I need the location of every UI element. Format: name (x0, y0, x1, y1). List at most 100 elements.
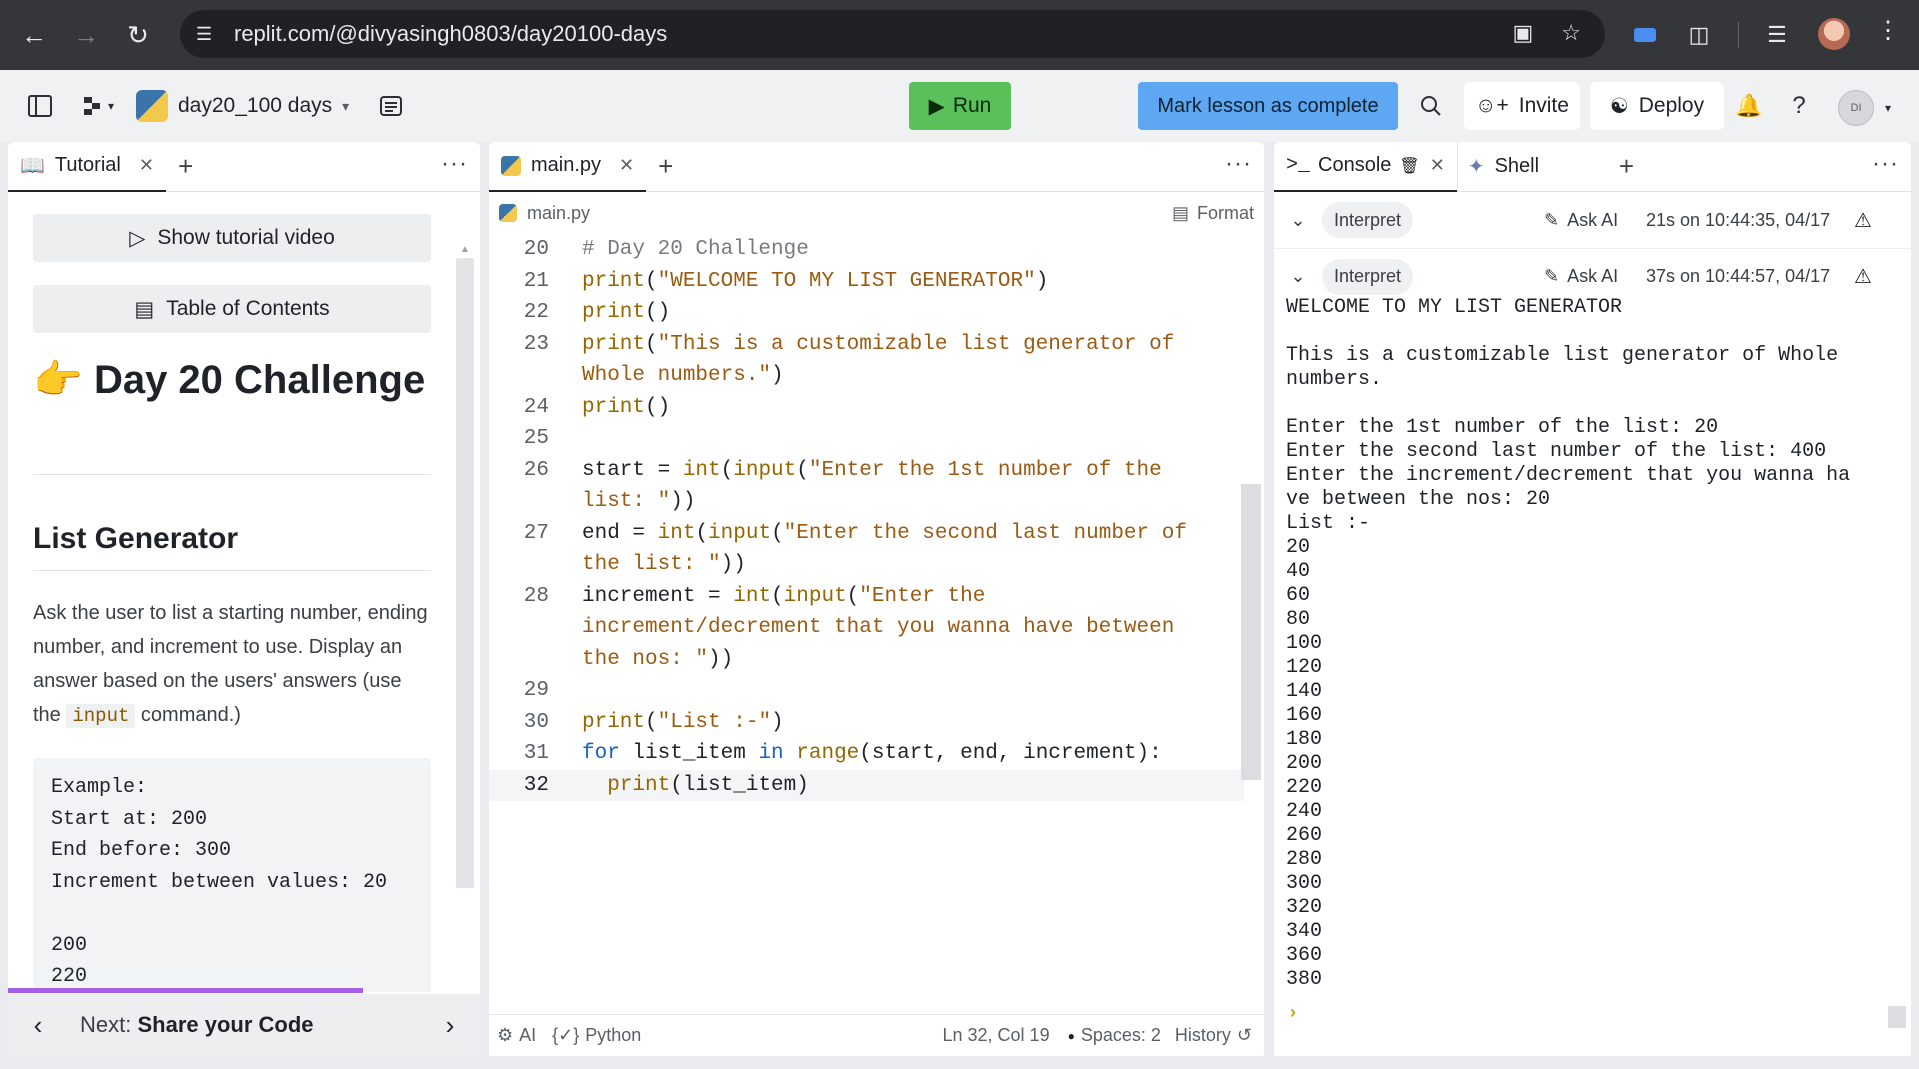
new-tab-icon[interactable]: + (658, 151, 673, 182)
toc-label: Table of Contents (166, 297, 330, 320)
cursor-position[interactable]: Ln 32, Col 19 (943, 1025, 1050, 1046)
console-line: Enter the 1st number of the list: 20 (1286, 416, 1719, 439)
close-icon[interactable]: ✕ (139, 155, 154, 176)
interpret-button[interactable]: Interpret (1322, 202, 1414, 238)
history-button[interactable]: History ↺ (1175, 1025, 1252, 1046)
console-scrollbar[interactable] (1888, 1006, 1906, 1028)
profile-avatar[interactable] (1818, 18, 1850, 50)
editor-scrollbar[interactable] (1241, 484, 1261, 780)
ask-ai-button[interactable]: ✎ Ask AI (1544, 266, 1618, 287)
code-line: 30 print("List :-") (523, 710, 784, 734)
code-line: 25 (523, 427, 549, 450)
tutorial-paragraph: Ask the user to list a starting number, … (33, 596, 433, 733)
console-pane: >_ Console 🗑 ✕ ✦ Shell + ··· ⌄ Interpret… (1274, 142, 1911, 1056)
breadcrumb-file[interactable]: main.py (527, 203, 590, 224)
console-line: 300 (1286, 872, 1323, 895)
tab-main-py[interactable]: main.py ✕ (489, 142, 647, 192)
close-icon[interactable]: ✕ (619, 155, 634, 176)
invite-button[interactable]: ☺+ Invite (1464, 82, 1580, 130)
console-line: numbers. (1286, 368, 1383, 391)
console-input-prompt-icon[interactable]: › (1290, 1002, 1296, 1023)
chevron-down-icon[interactable]: ⌄ (1274, 266, 1322, 287)
show-tutorial-video-button[interactable]: ▷ Show tutorial video (33, 214, 431, 262)
media-control-icon[interactable]: ☰ (1760, 18, 1794, 52)
ai-toggle[interactable]: ⚙ AI (497, 1025, 536, 1046)
divider (33, 474, 431, 475)
tab-console-label: Console (1318, 154, 1392, 176)
language-indicator[interactable]: {✓} Python (552, 1025, 641, 1046)
code-editor[interactable]: 20 # Day 20 Challenge 21 print("WELCOME TO… (489, 234, 1244, 801)
user-avatar[interactable]: DI (1838, 90, 1874, 126)
tab-shell-label: Shell (1494, 155, 1540, 177)
divider (33, 570, 431, 571)
console-line: 200 (1286, 752, 1323, 775)
code-line: 24 print() (523, 395, 671, 419)
notifications-bell-icon[interactable]: 🔔 (1734, 92, 1764, 120)
ask-ai-button[interactable]: ✎ Ask AI (1544, 210, 1618, 231)
site-settings-icon[interactable]: ☰ (196, 24, 226, 45)
new-tab-icon[interactable]: + (1619, 151, 1634, 182)
console-line: ve between the nos: 20 (1286, 488, 1551, 511)
next-lesson-icon[interactable]: › (420, 1010, 480, 1041)
format-icon: ▤ (1171, 203, 1189, 223)
forward-icon[interactable]: → (66, 15, 106, 55)
console-line: Enter the increment/decrement that you w… (1286, 464, 1851, 487)
console-line: This is a customizable list generator of… (1286, 344, 1839, 367)
run-button[interactable]: ▶ Run (909, 82, 1011, 130)
repl-info-icon[interactable] (376, 92, 406, 120)
repl-name-selector[interactable]: day20_100 days ▾ (136, 90, 349, 122)
indent-setting[interactable]: ● Spaces: 2 (1068, 1025, 1161, 1046)
tutorial-scrollbar[interactable] (456, 258, 474, 888)
console-line: 380 (1286, 968, 1323, 991)
python-file-icon (499, 204, 517, 222)
console-line: 240 (1286, 800, 1323, 823)
tab-tutorial[interactable]: 📖 Tutorial ✕ (8, 142, 166, 192)
extensions-puzzle-icon[interactable]: ◫ (1682, 18, 1716, 52)
deploy-button[interactable]: ☯ Deploy (1590, 82, 1724, 130)
editor-tabbar: main.py ✕ + ··· (489, 142, 1264, 192)
status-dot-icon: ● (1067, 1028, 1075, 1043)
more-options-icon[interactable]: ··· (1872, 150, 1899, 178)
more-options-icon[interactable]: ··· (441, 150, 468, 178)
warning-icon[interactable]: ⚠ (1854, 208, 1872, 233)
warning-icon[interactable]: ⚠ (1854, 264, 1872, 289)
reload-icon[interactable]: ↻ (118, 15, 158, 55)
replit-menu-icon[interactable]: ▾ (76, 92, 120, 120)
show-video-label: Show tutorial video (157, 226, 335, 249)
next-lesson-link[interactable]: Next: Share your Code (68, 1012, 420, 1038)
chevron-down-icon: ▾ (342, 97, 350, 114)
next-prefix: Next: (80, 1012, 138, 1037)
back-icon[interactable]: ← (14, 15, 54, 55)
avatar-chevron-icon[interactable]: ▾ (1878, 94, 1898, 122)
console-line: 360 (1286, 944, 1323, 967)
table-of-contents-button[interactable]: ▤ Table of Contents (33, 285, 431, 333)
extension-icon[interactable] (1628, 18, 1662, 52)
browser-menu-icon[interactable]: ⋮ (1876, 16, 1900, 45)
tab-shell[interactable]: ✦ Shell (1456, 142, 1597, 192)
more-options-icon[interactable]: ··· (1225, 150, 1252, 178)
chevron-down-icon[interactable]: ⌄ (1274, 210, 1322, 231)
scroll-up-icon[interactable]: ▲ (460, 244, 470, 255)
ai-icon: ⚙ (497, 1025, 514, 1045)
format-label: Format (1196, 203, 1254, 223)
trash-icon[interactable]: 🗑 (1399, 156, 1419, 176)
python-logo-icon (136, 90, 168, 122)
breadcrumb: main.py ▤ Format (489, 192, 1264, 234)
install-app-icon[interactable]: ▣ (1512, 20, 1533, 46)
address-bar[interactable]: ☰ replit.com/@divyasingh0803/day20100-da… (180, 10, 1605, 58)
tab-console[interactable]: >_ Console 🗑 ✕ (1274, 142, 1457, 192)
tutorial-progress-bar (8, 988, 363, 993)
help-icon[interactable]: ? (1784, 92, 1814, 120)
search-icon[interactable] (1416, 92, 1446, 120)
close-icon[interactable]: ✕ (1430, 155, 1445, 176)
new-tab-icon[interactable]: + (178, 151, 193, 182)
previous-lesson-icon[interactable]: ‹ (8, 1010, 68, 1041)
url-text[interactable]: replit.com/@divyasingh0803/day20100-days (234, 21, 667, 47)
sidebar-toggle-icon[interactable] (26, 92, 54, 120)
interpret-button[interactable]: Interpret (1322, 258, 1414, 295)
format-button[interactable]: ▤ Format (1172, 203, 1254, 224)
mark-lesson-complete-button[interactable]: Mark lesson as complete (1138, 82, 1398, 130)
bookmark-star-icon[interactable]: ☆ (1561, 20, 1581, 46)
spaces-label: Spaces: 2 (1080, 1025, 1161, 1045)
